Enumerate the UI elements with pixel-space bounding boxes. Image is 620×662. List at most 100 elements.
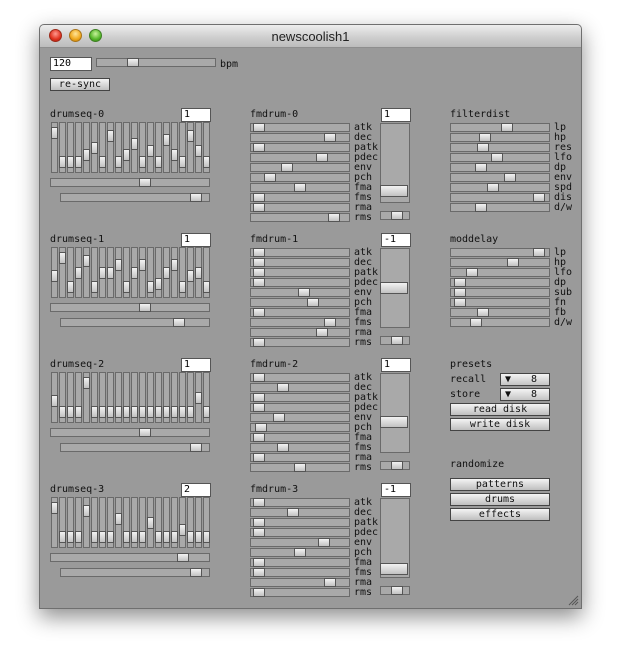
fmdrum-param-slider[interactable] bbox=[250, 213, 350, 222]
step-slider[interactable] bbox=[187, 122, 194, 173]
drumseq-slider-a[interactable] bbox=[50, 178, 210, 187]
store-dropdown[interactable]: ▼ 8 bbox=[500, 388, 550, 401]
moddelay-param-slider[interactable] bbox=[450, 318, 550, 327]
drumseq-slider-b[interactable] bbox=[60, 443, 210, 452]
resync-button[interactable]: re-sync bbox=[50, 78, 110, 91]
step-slider[interactable] bbox=[91, 247, 98, 298]
step-slider[interactable] bbox=[179, 247, 186, 298]
fmdrum-param-slider[interactable] bbox=[250, 318, 350, 327]
fmdrum-param-slider[interactable] bbox=[250, 288, 350, 297]
moddelay-param-slider[interactable] bbox=[450, 308, 550, 317]
filterdist-param-slider[interactable] bbox=[450, 173, 550, 182]
fmdrum-param-slider[interactable] bbox=[250, 153, 350, 162]
fmdrum-param-slider[interactable] bbox=[250, 423, 350, 432]
fmdrum-param-slider[interactable] bbox=[250, 443, 350, 452]
step-slider[interactable] bbox=[107, 372, 114, 423]
fmdrum-param-slider[interactable] bbox=[250, 558, 350, 567]
fmdrum-param-slider[interactable] bbox=[250, 133, 350, 142]
drumseq-number-box[interactable]: 2 bbox=[181, 483, 211, 497]
step-slider[interactable] bbox=[59, 247, 66, 298]
fmdrum-number-box[interactable]: 1 bbox=[381, 108, 411, 122]
moddelay-param-slider[interactable] bbox=[450, 268, 550, 277]
fmdrum-param-slider[interactable] bbox=[250, 298, 350, 307]
step-slider[interactable] bbox=[123, 122, 130, 173]
step-slider[interactable] bbox=[75, 122, 82, 173]
recall-dropdown[interactable]: ▼ 8 bbox=[500, 373, 550, 386]
step-slider[interactable] bbox=[195, 372, 202, 423]
step-slider[interactable] bbox=[59, 372, 66, 423]
step-slider[interactable] bbox=[187, 247, 194, 298]
step-slider[interactable] bbox=[147, 122, 154, 173]
step-slider[interactable] bbox=[51, 372, 58, 423]
fmdrum-param-slider[interactable] bbox=[250, 518, 350, 527]
fmdrum-param-slider[interactable] bbox=[250, 588, 350, 597]
step-slider[interactable] bbox=[163, 497, 170, 548]
step-slider[interactable] bbox=[131, 247, 138, 298]
step-slider[interactable] bbox=[99, 372, 106, 423]
step-slider[interactable] bbox=[163, 122, 170, 173]
fmdrum-param-slider[interactable] bbox=[250, 173, 350, 182]
fmdrum-param-slider[interactable] bbox=[250, 433, 350, 442]
fmdrum-number-box[interactable]: 1 bbox=[381, 358, 411, 372]
drumseq-number-box[interactable]: 1 bbox=[181, 358, 211, 372]
step-slider[interactable] bbox=[147, 497, 154, 548]
fmdrum-small-slider[interactable] bbox=[380, 211, 410, 220]
step-slider[interactable] bbox=[59, 122, 66, 173]
moddelay-param-slider[interactable] bbox=[450, 278, 550, 287]
drumseq-slider-b[interactable] bbox=[60, 318, 210, 327]
step-slider[interactable] bbox=[107, 122, 114, 173]
fmdrum-param-slider[interactable] bbox=[250, 123, 350, 132]
step-slider[interactable] bbox=[155, 247, 162, 298]
step-slider[interactable] bbox=[179, 122, 186, 173]
step-slider[interactable] bbox=[155, 497, 162, 548]
fmdrum-param-slider[interactable] bbox=[250, 568, 350, 577]
step-slider[interactable] bbox=[139, 372, 146, 423]
fmdrum-param-slider[interactable] bbox=[250, 538, 350, 547]
step-slider[interactable] bbox=[115, 372, 122, 423]
step-slider[interactable] bbox=[139, 122, 146, 173]
step-slider[interactable] bbox=[83, 372, 90, 423]
step-slider[interactable] bbox=[195, 122, 202, 173]
step-slider[interactable] bbox=[203, 497, 210, 548]
fmdrum-param-slider[interactable] bbox=[250, 278, 350, 287]
step-slider[interactable] bbox=[155, 372, 162, 423]
step-slider[interactable] bbox=[203, 247, 210, 298]
write-disk-button[interactable]: write disk bbox=[450, 418, 550, 431]
step-slider[interactable] bbox=[195, 247, 202, 298]
filterdist-param-slider[interactable] bbox=[450, 153, 550, 162]
step-slider[interactable] bbox=[51, 122, 58, 173]
step-slider[interactable] bbox=[67, 247, 74, 298]
step-slider[interactable] bbox=[99, 497, 106, 548]
fmdrum-small-slider[interactable] bbox=[380, 461, 410, 470]
filterdist-param-slider[interactable] bbox=[450, 163, 550, 172]
drumseq-number-box[interactable]: 1 bbox=[181, 233, 211, 247]
step-slider[interactable] bbox=[99, 247, 106, 298]
filterdist-param-slider[interactable] bbox=[450, 193, 550, 202]
step-slider[interactable] bbox=[83, 497, 90, 548]
fmdrum-param-slider[interactable] bbox=[250, 308, 350, 317]
fmdrum-param-slider[interactable] bbox=[250, 183, 350, 192]
fmdrum-param-slider[interactable] bbox=[250, 508, 350, 517]
step-slider[interactable] bbox=[51, 497, 58, 548]
step-slider[interactable] bbox=[187, 497, 194, 548]
fmdrum-param-slider[interactable] bbox=[250, 528, 350, 537]
fmdrum-param-slider[interactable] bbox=[250, 383, 350, 392]
fmdrum-level-slider[interactable] bbox=[380, 373, 410, 453]
fmdrum-level-slider[interactable] bbox=[380, 498, 410, 578]
moddelay-param-slider[interactable] bbox=[450, 298, 550, 307]
drumseq-number-box[interactable]: 1 bbox=[181, 108, 211, 122]
read-disk-button[interactable]: read disk bbox=[450, 403, 550, 416]
fmdrum-param-slider[interactable] bbox=[250, 498, 350, 507]
step-slider[interactable] bbox=[83, 122, 90, 173]
step-slider[interactable] bbox=[131, 122, 138, 173]
resize-grip-icon[interactable] bbox=[568, 595, 579, 606]
fmdrum-param-slider[interactable] bbox=[250, 163, 350, 172]
drumseq-slider-a[interactable] bbox=[50, 428, 210, 437]
fmdrum-level-slider[interactable] bbox=[380, 123, 410, 203]
moddelay-param-slider[interactable] bbox=[450, 258, 550, 267]
moddelay-param-slider[interactable] bbox=[450, 288, 550, 297]
fmdrum-small-slider[interactable] bbox=[380, 586, 410, 595]
step-slider[interactable] bbox=[115, 497, 122, 548]
fmdrum-param-slider[interactable] bbox=[250, 338, 350, 347]
fmdrum-number-box[interactable]: -1 bbox=[381, 483, 411, 497]
